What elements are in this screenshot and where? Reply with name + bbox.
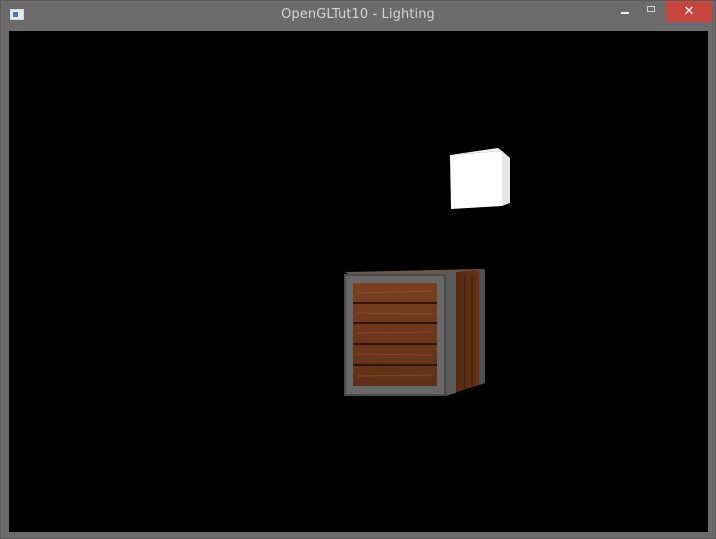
minimize-button[interactable] — [612, 1, 638, 22]
maximize-icon — [647, 5, 655, 12]
scene-canvas — [344, 148, 510, 396]
close-button[interactable]: ✕ — [666, 1, 712, 22]
minimize-icon — [621, 12, 629, 14]
crate-side-frame-right — [479, 269, 485, 385]
close-icon: ✕ — [683, 3, 695, 19]
light-cube — [450, 148, 510, 209]
app-window: OpenGLTut10 - Lighting ✕ — [0, 0, 716, 539]
wooden-crate — [344, 269, 485, 396]
window-title: OpenGLTut10 - Lighting — [281, 7, 435, 22]
title-bar[interactable]: OpenGLTut10 - Lighting ✕ — [1, 1, 715, 31]
light-cube-front — [450, 151, 502, 209]
light-cube-side — [502, 151, 510, 206]
crate-side-frame-left — [445, 272, 456, 396]
crate-front-wood — [353, 283, 437, 386]
opengl-viewport[interactable] — [9, 31, 708, 532]
maximize-button[interactable] — [638, 1, 664, 22]
